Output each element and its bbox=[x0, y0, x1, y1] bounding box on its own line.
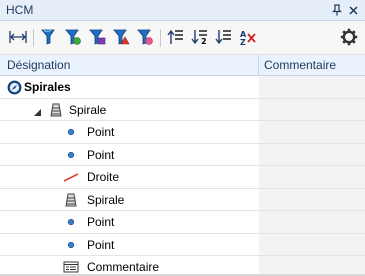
point-icon bbox=[63, 124, 79, 140]
column-divider[interactable] bbox=[258, 55, 259, 76]
tree-row-spirale[interactable]: Spirale bbox=[0, 188, 365, 211]
comment-cell[interactable] bbox=[259, 166, 365, 188]
gear-icon[interactable] bbox=[338, 26, 360, 48]
sort-up-icon[interactable] bbox=[165, 26, 187, 48]
pin-icon[interactable] bbox=[329, 2, 344, 18]
toolbar: 2 AZ bbox=[0, 21, 365, 55]
comment-cell[interactable] bbox=[259, 143, 365, 165]
tree-row-label: Commentaire bbox=[87, 260, 160, 274]
comment-icon bbox=[63, 259, 79, 275]
sort-az-clear-icon[interactable]: AZ bbox=[237, 26, 259, 48]
tree-row-spirale[interactable]: Spirale bbox=[0, 98, 365, 121]
filter-spiral-icon[interactable] bbox=[38, 26, 60, 48]
tree-row-label: Spirales bbox=[24, 80, 71, 94]
sort-down-icon[interactable] bbox=[213, 26, 235, 48]
comment-cell[interactable] bbox=[259, 256, 365, 276]
tree-row-label: Droite bbox=[87, 170, 120, 184]
tree-row-commentaire[interactable]: Commentaire bbox=[0, 256, 365, 276]
tree-row-point[interactable]: Point bbox=[0, 121, 365, 144]
fit-width-icon[interactable] bbox=[7, 26, 29, 48]
column-header-designation[interactable]: Désignation bbox=[7, 58, 70, 72]
svg-text:2: 2 bbox=[201, 37, 207, 46]
toolbar-separator bbox=[160, 29, 161, 47]
comment-cell[interactable] bbox=[259, 211, 365, 233]
tree-grid: Spirales Spirale Point Point Droite Spir… bbox=[0, 76, 365, 276]
toolbar-separator bbox=[33, 29, 34, 47]
tree-row-label: Point bbox=[87, 215, 115, 229]
comment-cell[interactable] bbox=[259, 121, 365, 143]
compass-icon bbox=[6, 79, 22, 95]
comment-cell[interactable] bbox=[259, 76, 365, 98]
point-icon bbox=[63, 147, 79, 163]
tree-row-point[interactable]: Point bbox=[0, 233, 365, 256]
tree-row-point[interactable]: Point bbox=[0, 143, 365, 166]
collapse-triangle-icon[interactable] bbox=[33, 106, 42, 116]
tree-row-spirales[interactable]: Spirales bbox=[0, 76, 365, 99]
svg-text:Z: Z bbox=[240, 38, 246, 46]
panel-titlebar: HCM bbox=[0, 0, 365, 21]
sort-numbered-icon[interactable]: 2 bbox=[189, 26, 211, 48]
tree-row-label: Point bbox=[87, 125, 115, 139]
column-header-commentaire[interactable]: Commentaire bbox=[264, 58, 336, 72]
filter-spiral-red-icon[interactable] bbox=[110, 26, 132, 48]
panel-title: HCM bbox=[6, 3, 34, 17]
grid-header: Désignation Commentaire bbox=[0, 55, 365, 76]
point-icon bbox=[63, 237, 79, 253]
spiral-icon bbox=[63, 192, 79, 208]
line-icon bbox=[63, 169, 79, 185]
close-icon[interactable] bbox=[346, 2, 361, 18]
tree-row-point[interactable]: Point bbox=[0, 211, 365, 234]
comment-cell[interactable] bbox=[259, 188, 365, 210]
tree-row-droite[interactable]: Droite bbox=[0, 166, 365, 189]
filter-spiral-purple-icon[interactable] bbox=[86, 26, 108, 48]
tree-row-label: Point bbox=[87, 147, 115, 162]
comment-cell[interactable] bbox=[259, 98, 365, 120]
filter-spiral-pink-icon[interactable] bbox=[134, 26, 156, 48]
tree-row-label: Spirale bbox=[69, 102, 107, 117]
spiral-icon bbox=[48, 102, 64, 118]
point-icon bbox=[63, 214, 79, 230]
tree-row-label: Point bbox=[87, 237, 115, 252]
filter-spiral-green-icon[interactable] bbox=[62, 26, 84, 48]
tree-row-label: Spirale bbox=[87, 192, 125, 207]
comment-cell[interactable] bbox=[259, 233, 365, 255]
